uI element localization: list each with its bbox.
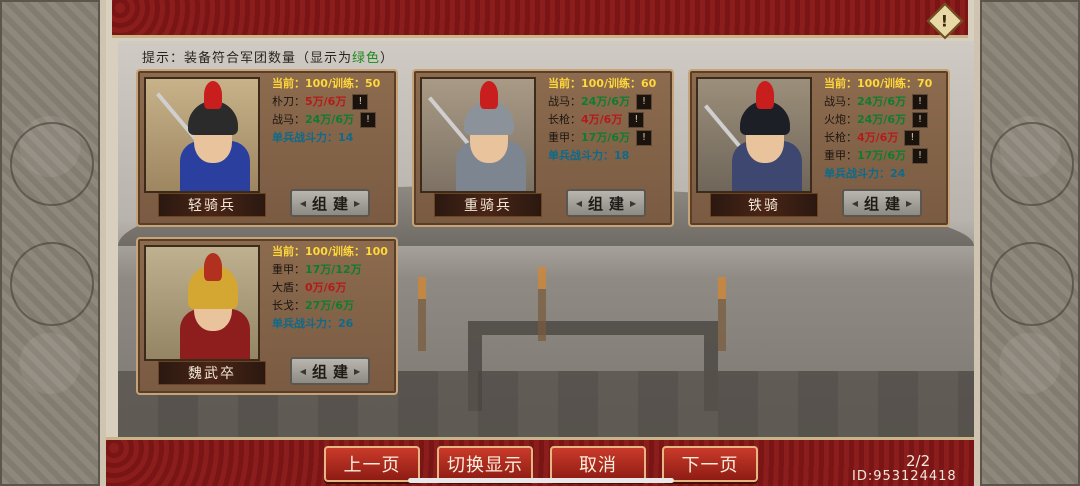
stat-equipment: 长戈： 27万/6万	[272, 299, 354, 312]
info-button[interactable]: !	[904, 130, 921, 146]
cancel-button[interactable]: 取消	[550, 446, 646, 482]
info-button[interactable]: !	[352, 94, 369, 110]
info-button[interactable]: !	[911, 112, 928, 128]
stat-combat-power: 单兵战斗力：14	[272, 131, 354, 144]
stat-equipment: 朴刀： 5万/6万!	[272, 93, 396, 111]
stat-equipment: 重甲： 17万/6万!	[824, 147, 948, 165]
info-button[interactable]: !	[911, 94, 928, 110]
toggle-display-button[interactable]: 切换显示	[437, 446, 533, 482]
wei-infantry-portrait-icon	[144, 245, 260, 361]
army-build-window: ! 提示：装备符合军团数量（显示为绿色） 轻骑兵 当前：100/训练：50 朴刀…	[100, 0, 980, 486]
light-cavalry-portrait-icon	[144, 77, 260, 193]
warning-icon[interactable]: !	[926, 2, 964, 40]
stat-equipment: 大盾： 0万/6万	[272, 281, 347, 294]
left-ornament-panel	[0, 0, 100, 486]
info-button[interactable]: !	[359, 112, 376, 128]
prev-page-button[interactable]: 上一页	[324, 446, 420, 482]
unit-name: 轻骑兵	[158, 193, 266, 217]
stat-equipment: 战马： 24万/6万!	[824, 93, 948, 111]
title-bar: !	[112, 0, 968, 40]
unit-stats: 当前：100/训练：50 朴刀： 5万/6万! 战马： 24万/6万! 单兵战斗力：…	[272, 75, 396, 147]
right-ornament-panel	[980, 0, 1080, 486]
info-button[interactable]: !	[628, 112, 645, 128]
unit-card-heavy-cavalry: 重骑兵 当前：100/训练：60 战马： 24万/6万! 长枪： 4万/6万! 重甲…	[412, 69, 674, 227]
build-button[interactable]: 组建	[290, 189, 370, 217]
dragon-medallion-icon	[990, 122, 1074, 206]
stat-equipment: 长枪： 4万/6万!	[824, 129, 948, 147]
stat-current-training: 当前：100/训练：50	[272, 77, 381, 90]
stat-equipment: 战马： 24万/6万!	[548, 93, 672, 111]
iron-cavalry-portrait-icon	[696, 77, 812, 193]
player-id: ID:953124418	[852, 469, 957, 484]
background-banner	[718, 277, 726, 351]
dragon-medallion-icon	[10, 242, 94, 326]
stat-combat-power: 单兵战斗力：18	[548, 149, 630, 162]
unit-card-light-cavalry: 轻骑兵 当前：100/训练：50 朴刀： 5万/6万! 战马： 24万/6万! 单兵…	[136, 69, 398, 227]
info-button[interactable]: !	[635, 94, 652, 110]
unit-name: 铁骑	[710, 193, 818, 217]
stat-equipment: 重甲： 17万/6万!	[548, 129, 672, 147]
stat-combat-power: 单兵战斗力：26	[272, 317, 354, 330]
build-button[interactable]: 组建	[290, 357, 370, 385]
unit-stats: 当前：100/训练：60 战马： 24万/6万! 长枪： 4万/6万! 重甲： 17万…	[548, 75, 672, 165]
unit-list-panel: 提示：装备符合军团数量（显示为绿色） 轻骑兵 当前：100/训练：50 朴刀： 5…	[118, 41, 974, 437]
info-button[interactable]: !	[635, 130, 652, 146]
unit-name: 魏武卒	[158, 361, 266, 385]
stat-equipment: 长枪： 4万/6万!	[548, 111, 672, 129]
background-banner	[418, 277, 426, 351]
build-button[interactable]: 组建	[842, 189, 922, 217]
info-button[interactable]: !	[911, 148, 928, 164]
stat-current-training: 当前：100/训练：60	[548, 77, 657, 90]
equipment-tip: 提示：装备符合军团数量（显示为绿色）	[142, 51, 395, 66]
unit-card-wei-infantry: 魏武卒 当前：100/训练：100 重甲： 17万/12万 大盾： 0万/6万 长戈…	[136, 237, 398, 395]
page-indicator: 2/2	[906, 452, 931, 470]
heavy-cavalry-portrait-icon	[420, 77, 536, 193]
build-button[interactable]: 组建	[566, 189, 646, 217]
stat-current-training: 当前：100/训练：70	[824, 77, 933, 90]
unit-stats: 当前：100/训练：100 重甲： 17万/12万 大盾： 0万/6万 长戈： 27万…	[272, 243, 396, 333]
stat-equipment: 火炮： 24万/6万!	[824, 111, 948, 129]
background-banner	[538, 267, 546, 341]
unit-card-iron-cavalry: 铁骑 当前：100/训练：70 战马： 24万/6万! 火炮： 24万/6万! 长枪…	[688, 69, 950, 227]
dragon-medallion-icon	[10, 122, 94, 206]
unit-stats: 当前：100/训练：70 战马： 24万/6万! 火炮： 24万/6万! 长枪： 4万…	[824, 75, 948, 183]
stat-equipment: 重甲： 17万/12万	[272, 263, 362, 276]
unit-name: 重骑兵	[434, 193, 542, 217]
home-indicator[interactable]	[408, 478, 674, 483]
stat-current-training: 当前：100/训练：100	[272, 245, 388, 258]
stat-combat-power: 单兵战斗力：24	[824, 167, 906, 180]
dragon-medallion-icon	[990, 242, 1074, 326]
stat-equipment: 战马： 24万/6万!	[272, 111, 396, 129]
next-page-button[interactable]: 下一页	[662, 446, 758, 482]
